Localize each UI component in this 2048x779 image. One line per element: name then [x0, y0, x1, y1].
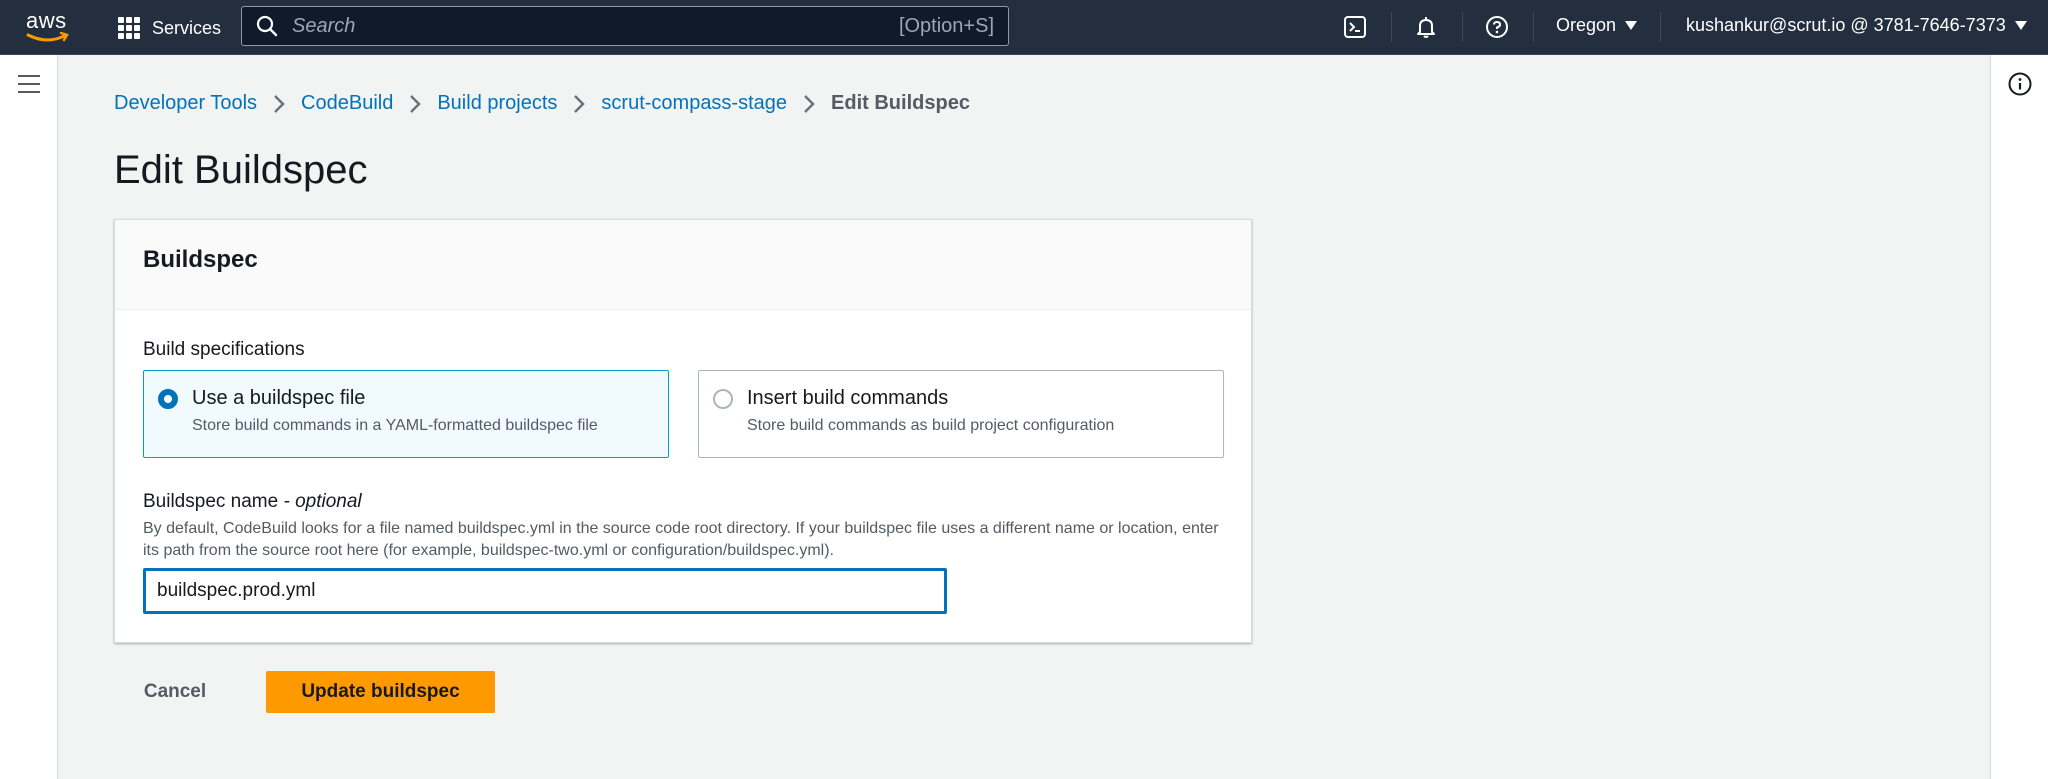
help-icon[interactable] — [1482, 12, 1512, 42]
breadcrumb-build-projects[interactable]: Build projects — [437, 92, 557, 115]
account-caret-icon — [2014, 21, 2027, 30]
panel-header: Buildspec — [115, 220, 1251, 310]
radio-unselected[interactable] — [713, 389, 733, 409]
chevron-right-icon — [573, 94, 586, 114]
option-insert-build-commands[interactable]: Insert build commands Store build comman… — [698, 370, 1224, 458]
chevron-right-icon — [273, 94, 285, 114]
search-input[interactable] — [292, 14, 899, 38]
cancel-button[interactable]: Cancel — [130, 671, 220, 713]
breadcrumb-project[interactable]: scrut-compass-stage — [601, 92, 787, 115]
radio-selected[interactable] — [158, 389, 178, 409]
region-selector[interactable]: Oregon — [1556, 15, 1638, 36]
services-menu-button[interactable]: Services — [118, 13, 221, 43]
cloudshell-icon[interactable] — [1340, 12, 1370, 42]
buildspec-name-label-text: Buildspec name — [143, 491, 279, 512]
left-side-rail — [0, 55, 58, 779]
chevron-right-icon — [409, 94, 422, 114]
region-caret-icon — [1625, 21, 1638, 30]
panel-heading: Buildspec — [143, 246, 258, 273]
update-buildspec-button[interactable]: Update buildspec — [266, 671, 495, 713]
right-side-rail — [1990, 55, 2048, 779]
option-use-buildspec-file[interactable]: Use a buildspec file Store build command… — [143, 370, 669, 458]
breadcrumb-developer-tools[interactable]: Developer Tools — [114, 92, 257, 115]
region-label: Oregon — [1556, 15, 1617, 35]
page-title: Edit Buildspec — [114, 148, 368, 192]
optional-tag: - optional — [283, 491, 362, 512]
aws-logo-text: aws — [26, 8, 67, 33]
buildspec-panel: Buildspec Build specifications Use a bui… — [114, 219, 1252, 643]
menu-hamburger-icon[interactable] — [18, 75, 40, 93]
aws-logo[interactable]: aws — [26, 8, 74, 44]
build-specifications-label: Build specifications — [143, 339, 305, 360]
option-description: Store build commands as build project co… — [747, 417, 1115, 434]
notifications-bell-icon[interactable] — [1411, 12, 1441, 42]
info-icon[interactable] — [2007, 71, 2033, 97]
option-title: Insert build commands — [747, 387, 949, 409]
breadcrumb-codebuild[interactable]: CodeBuild — [301, 92, 393, 115]
services-grid-icon — [118, 17, 140, 39]
account-menu[interactable]: kushankur@scrut.io @ 3781-7646-7373 — [1686, 15, 2027, 36]
services-label: Services — [152, 17, 222, 38]
buildspec-name-input[interactable] — [143, 568, 947, 614]
buildspec-name-label: Buildspec name - optional — [143, 491, 362, 513]
chevron-right-icon — [803, 94, 815, 114]
breadcrumb-current: Edit Buildspec — [831, 92, 970, 114]
top-navigation: aws Services [Option+S] — [0, 0, 2048, 55]
search-icon — [256, 15, 278, 37]
search-bar[interactable]: [Option+S] — [241, 6, 1009, 46]
account-label: kushankur@scrut.io @ 3781-7646-7373 — [1686, 15, 2006, 35]
option-description: Store build commands in a YAML-formatted… — [192, 417, 598, 434]
option-title: Use a buildspec file — [192, 387, 366, 409]
buildspec-name-description: By default, CodeBuild looks for a file n… — [143, 520, 1219, 559]
search-shortcut-hint: [Option+S] — [898, 14, 994, 37]
aws-smile-icon — [26, 32, 69, 42]
breadcrumb: Developer Tools CodeBuild Build projects… — [114, 92, 970, 115]
